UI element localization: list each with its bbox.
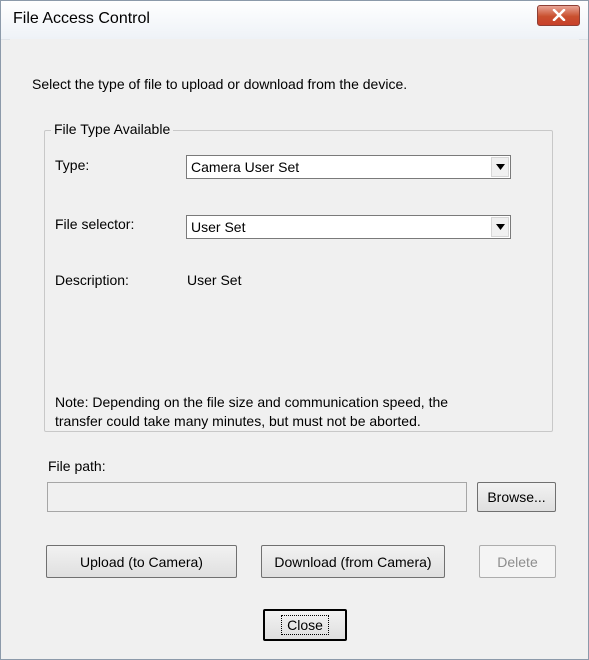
note-line-1: Note: Depending on the file size and com… <box>55 394 449 410</box>
window-close-button[interactable] <box>537 5 580 26</box>
groupbox-label: File Type Available <box>51 121 174 137</box>
type-label: Type: <box>55 157 90 173</box>
browse-button[interactable]: Browse... <box>477 482 556 512</box>
file-selector-value: User Set <box>191 219 246 235</box>
file-access-control-window: File Access Control Select the type of f… <box>0 0 589 660</box>
dialog-client-area: Select the type of file to upload or dow… <box>10 39 579 650</box>
instruction-text: Select the type of file to upload or dow… <box>32 76 408 92</box>
dropdown-arrow-icon <box>496 164 505 170</box>
delete-button[interactable]: Delete <box>479 545 556 578</box>
file-selector-dropdown-button[interactable] <box>491 217 509 237</box>
delete-button-label: Delete <box>497 553 538 570</box>
close-button-label: Close <box>281 615 329 635</box>
file-selector-label: File selector: <box>55 216 135 232</box>
download-button[interactable]: Download (from Camera) <box>261 545 445 578</box>
file-selector-dropdown[interactable]: User Set <box>186 215 511 239</box>
upload-button[interactable]: Upload (to Camera) <box>46 545 237 578</box>
type-dropdown-button[interactable] <box>491 157 509 177</box>
note-line-2: transfer could take many minutes, but mu… <box>55 413 421 429</box>
window-title: File Access Control <box>13 10 150 27</box>
browse-button-label: Browse... <box>487 489 546 505</box>
file-path-label: File path: <box>48 458 106 474</box>
close-button[interactable]: Close <box>263 609 347 641</box>
description-label: Description: <box>55 272 129 288</box>
file-path-field[interactable] <box>47 482 467 512</box>
type-dropdown-value: Camera User Set <box>191 159 300 175</box>
type-dropdown[interactable]: Camera User Set <box>186 155 511 179</box>
description-value: User Set <box>187 272 242 288</box>
download-button-label: Download (from Camera) <box>274 553 432 570</box>
upload-button-label: Upload (to Camera) <box>80 553 203 570</box>
close-x-icon <box>552 9 566 21</box>
dropdown-arrow-icon <box>496 224 505 230</box>
title-bar[interactable]: File Access Control <box>1 1 588 40</box>
